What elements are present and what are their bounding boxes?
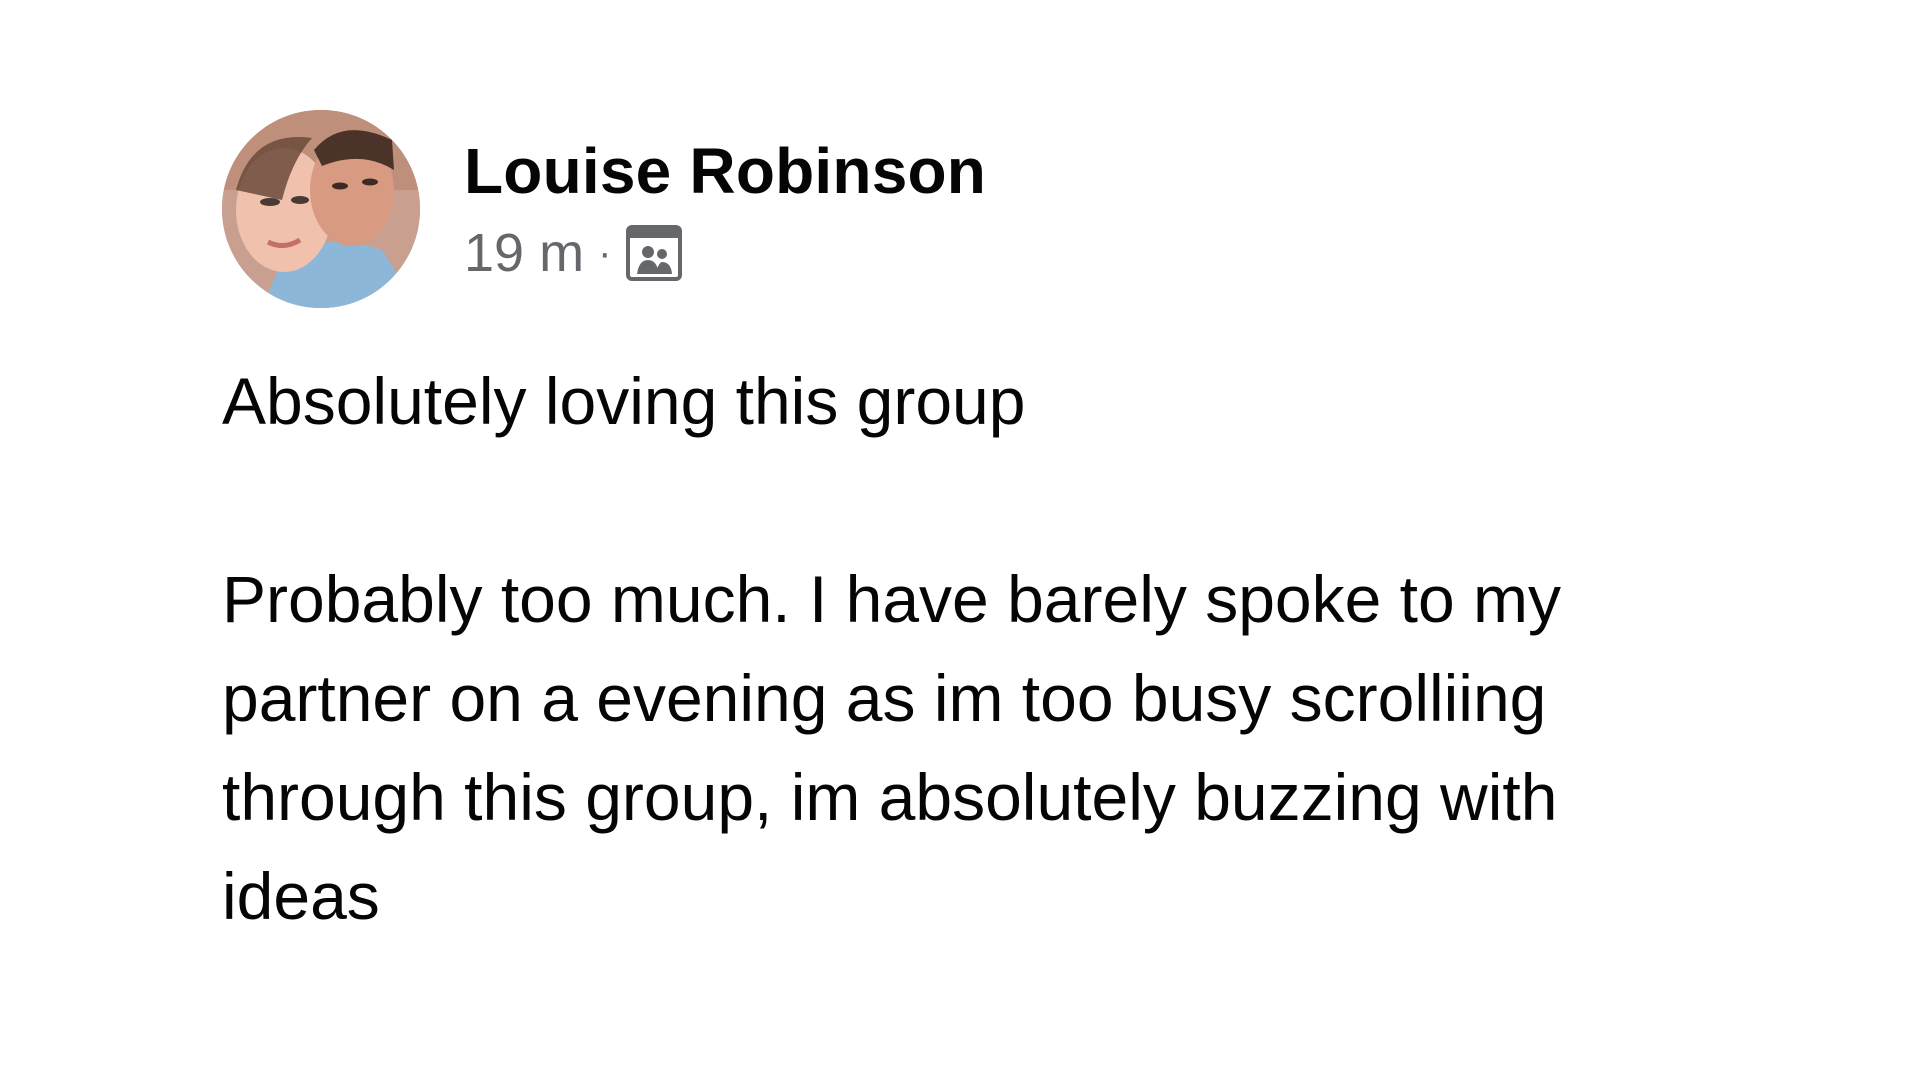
- post-card: Louise Robinson 19 m · Absolutely loving…: [222, 110, 1722, 946]
- post-header: Louise Robinson 19 m ·: [222, 110, 1722, 308]
- post-header-text: Louise Robinson 19 m ·: [464, 135, 986, 282]
- profile-photo-icon: [222, 110, 420, 308]
- post-paragraph-1: Absolutely loving this group: [222, 364, 1026, 438]
- post-meta: 19 m ·: [464, 224, 986, 282]
- group-icon: [625, 224, 683, 282]
- post-paragraph-2: Probably too much. I have barely spoke t…: [222, 562, 1562, 933]
- author-name[interactable]: Louise Robinson: [464, 135, 986, 206]
- post-body: Absolutely loving this group Probably to…: [222, 352, 1682, 946]
- post-timestamp[interactable]: 19 m: [464, 226, 584, 280]
- meta-separator: ·: [598, 231, 612, 276]
- author-avatar[interactable]: [222, 110, 420, 308]
